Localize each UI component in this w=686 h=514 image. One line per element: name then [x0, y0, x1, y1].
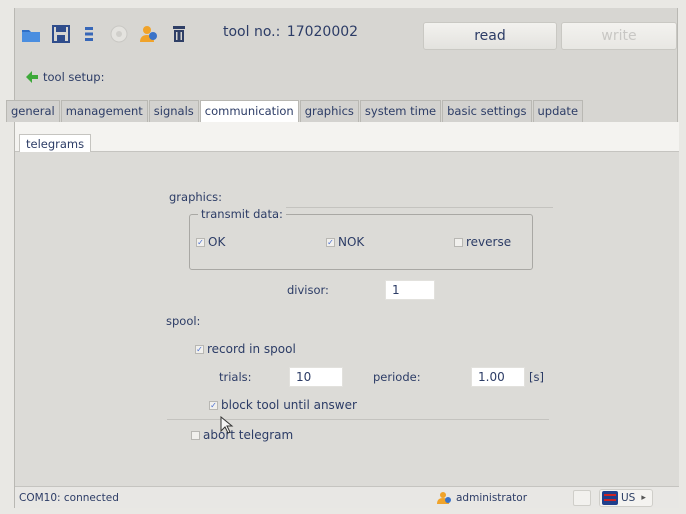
block-tool-checkbox[interactable]: ✓ block tool until answer [209, 398, 357, 412]
telegram-settings-panel: graphics: transmit data: ✓ OK ✓ NOK reve… [15, 152, 679, 486]
arrow-left-icon [26, 71, 38, 83]
status-bar: COM10: connected administrator US ▸ [15, 486, 679, 508]
user-icon[interactable] [139, 24, 159, 44]
reverse-label: reverse [466, 235, 512, 249]
divisor-label: divisor: [287, 283, 329, 297]
main-tabs: general management signals communication… [6, 100, 584, 123]
divisor-input[interactable]: 1 [385, 280, 435, 300]
trash-icon[interactable] [169, 24, 189, 44]
ok-check-box[interactable]: ✓ [196, 237, 205, 247]
user-name: administrator [456, 492, 528, 504]
tab-communication[interactable]: communication [199, 100, 299, 123]
save-icon[interactable] [51, 24, 71, 44]
trials-input[interactable]: 10 [289, 367, 343, 387]
read-button[interactable]: read [423, 22, 557, 50]
current-user: administrator [437, 491, 527, 505]
disc-icon[interactable] [109, 24, 129, 44]
record-check-box[interactable]: ✓ [195, 344, 204, 354]
write-button[interactable]: write [561, 22, 677, 50]
tab-signals[interactable]: signals [148, 100, 199, 122]
abort-check-box[interactable] [191, 430, 200, 440]
tab-graphics[interactable]: graphics [299, 100, 359, 122]
record-in-spool-label: record in spool [207, 342, 296, 356]
tool-number: tool no.: 17020002 [221, 24, 358, 40]
periode-input[interactable]: 1.00 [471, 367, 525, 387]
reverse-check-box[interactable] [454, 237, 463, 247]
abort-telegram-label: abort telegram [203, 428, 294, 442]
transmit-data-group: transmit data: ✓ OK ✓ NOK reverse [189, 207, 533, 270]
nok-label: NOK [338, 235, 365, 249]
abort-telegram-checkbox[interactable]: abort telegram [191, 428, 293, 442]
language-selector[interactable]: US ▸ [599, 489, 653, 507]
flag-icon [602, 491, 618, 505]
connection-status: COM10: connected [19, 492, 119, 504]
tab-system-time[interactable]: system time [359, 100, 442, 122]
periode-label: periode: [373, 370, 421, 384]
user-icon [437, 492, 451, 504]
spool-section-label: spool: [166, 314, 201, 328]
folder-icon[interactable] [21, 24, 41, 44]
block-check-box[interactable]: ✓ [209, 400, 218, 410]
ok-label: OK [208, 235, 226, 249]
tab-general[interactable]: general [6, 100, 60, 122]
ok-checkbox[interactable]: ✓ OK [196, 235, 225, 249]
tool-number-value: 17020002 [286, 24, 359, 40]
tab-telegrams[interactable]: telegrams [19, 134, 92, 154]
tool-setup-label: tool setup: [43, 70, 105, 84]
reverse-checkbox[interactable]: reverse [454, 235, 511, 249]
graphics-section-label: graphics: [169, 190, 223, 204]
sub-tabs: telegrams [15, 122, 679, 154]
record-in-spool-checkbox[interactable]: ✓ record in spool [195, 342, 296, 356]
tool-number-label: tool no.: [223, 24, 281, 40]
app-window: tool no.: 17020002 read write tool setup… [6, 8, 679, 508]
tab-basic-settings[interactable]: basic settings [442, 100, 532, 122]
mouse-cursor-icon [220, 416, 234, 434]
language-code: US [621, 492, 636, 504]
trials-label: trials: [219, 370, 252, 384]
tab-update[interactable]: update [532, 100, 584, 122]
periode-unit: [s] [529, 370, 544, 384]
transmit-data-label: transmit data: [198, 207, 286, 221]
nok-checkbox[interactable]: ✓ NOK [326, 235, 364, 249]
block-tool-label: block tool until answer [221, 398, 357, 412]
dropdown-arrow-icon: ▸ [641, 493, 646, 503]
tool-setup-row[interactable]: tool setup: [25, 66, 104, 88]
list-icon[interactable] [79, 24, 99, 44]
tab-management[interactable]: management [60, 100, 148, 122]
toolbar: tool no.: 17020002 read write [15, 8, 679, 60]
nok-check-box[interactable]: ✓ [326, 237, 335, 247]
keyboard-button[interactable] [573, 490, 591, 506]
